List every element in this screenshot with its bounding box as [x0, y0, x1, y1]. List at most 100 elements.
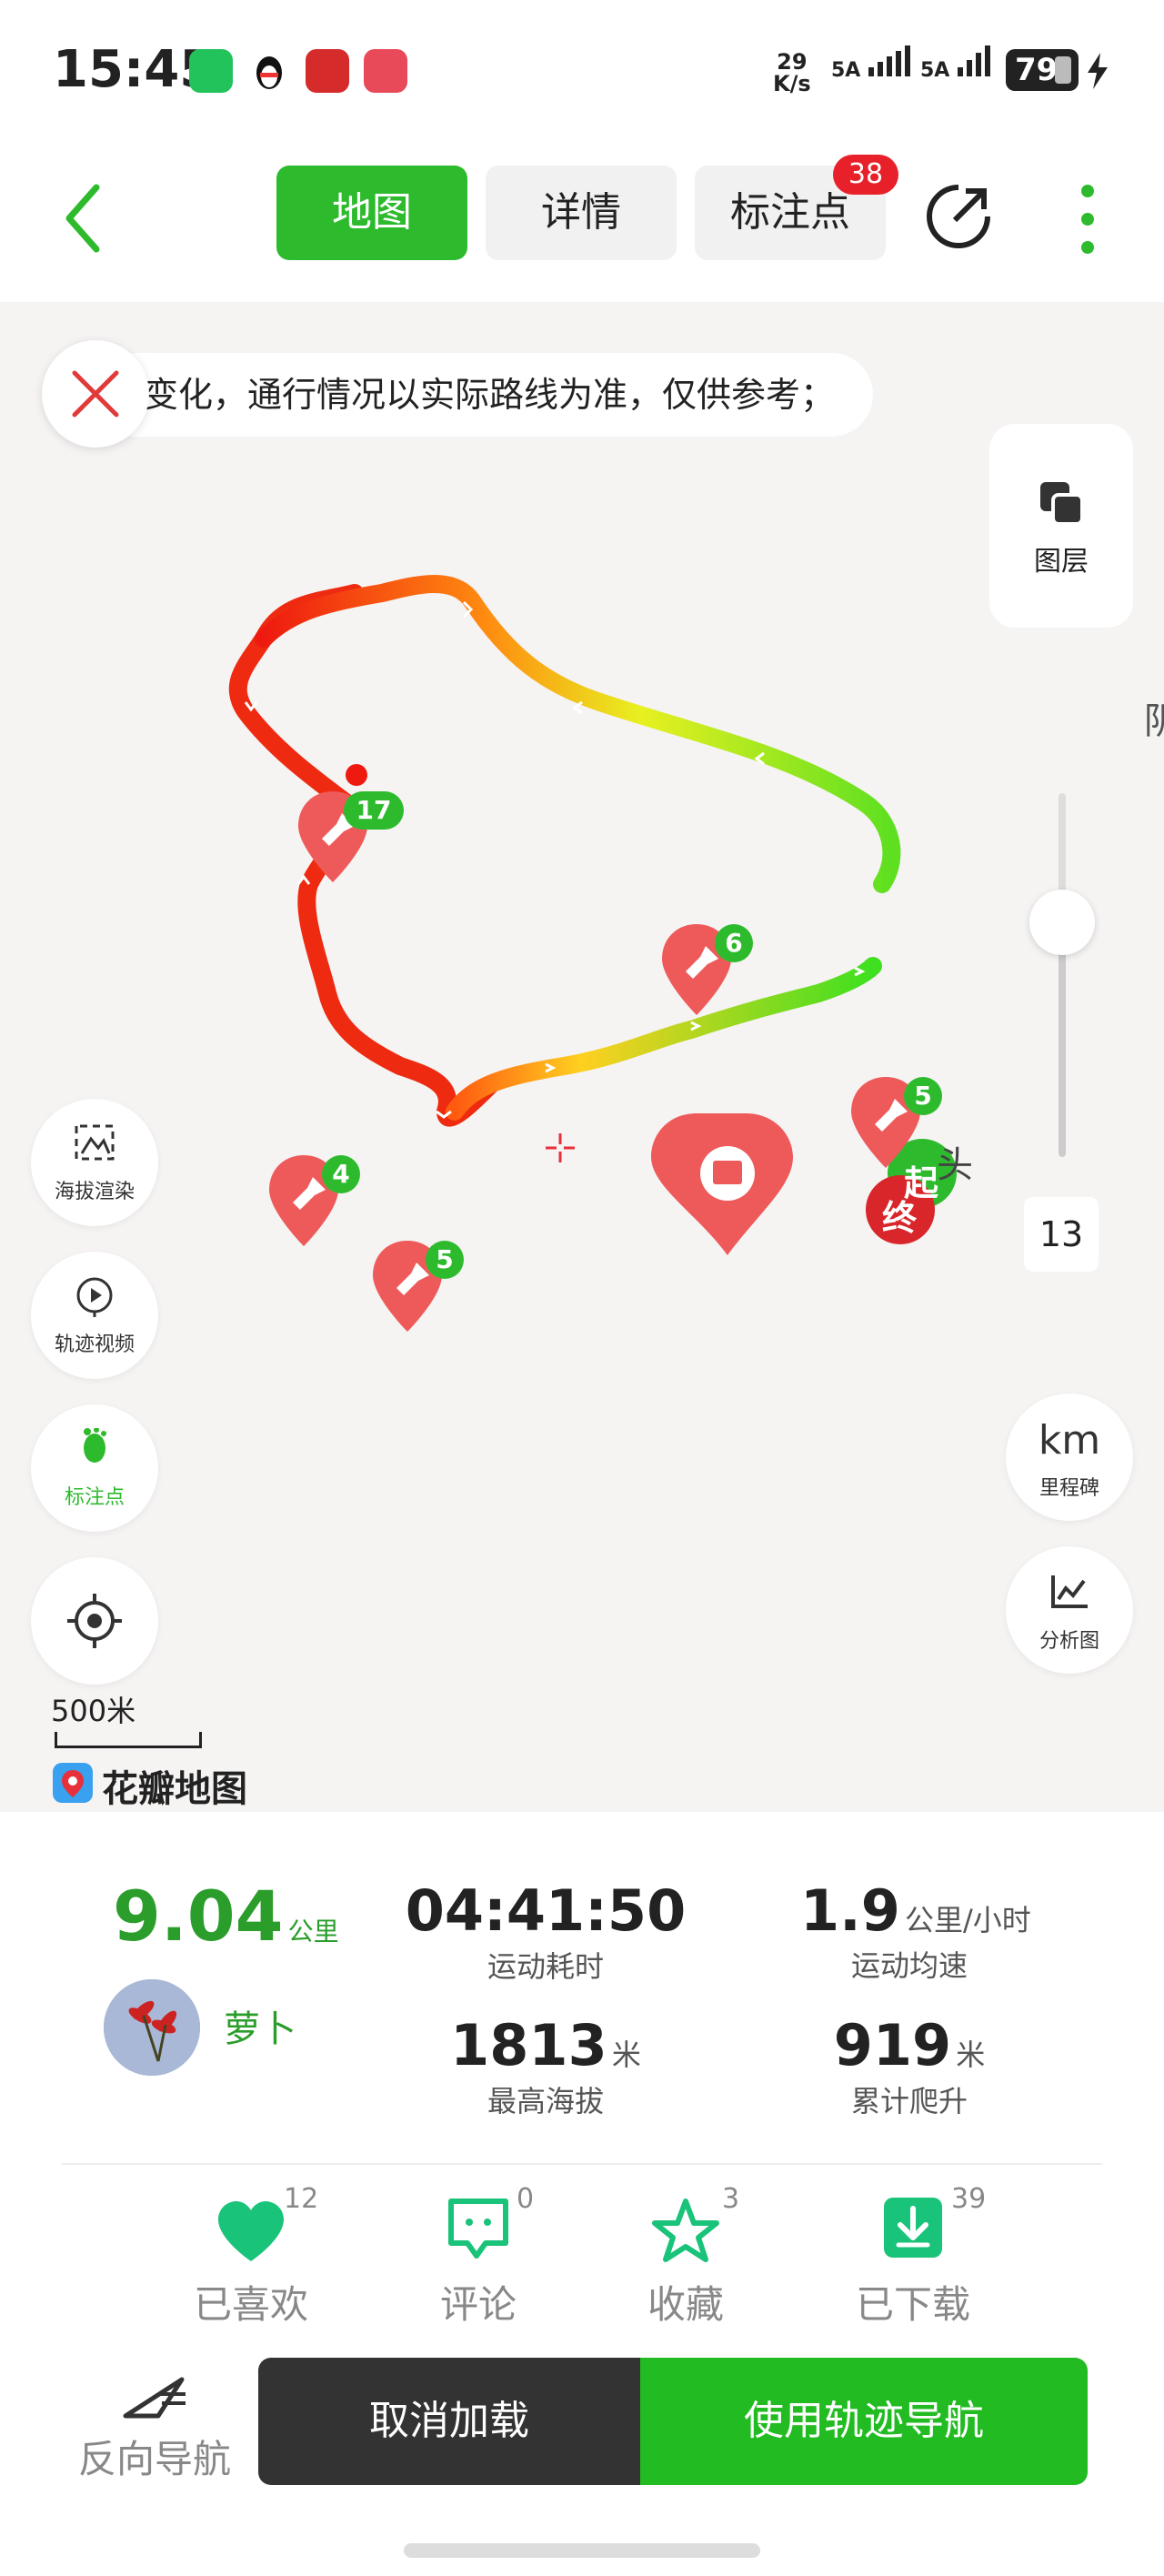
- share-icon[interactable]: [922, 180, 995, 253]
- download-button[interactable]: 39 已下载: [840, 2183, 986, 2338]
- net-speed-value: 29: [777, 49, 808, 75]
- signal-1-label: 5A: [831, 59, 861, 82]
- star-icon: [652, 2199, 719, 2262]
- like-count: 12: [284, 2183, 319, 2215]
- marker-count: 6: [715, 924, 753, 962]
- signal-2-label: 5A: [920, 59, 950, 82]
- reader-app-icon: [364, 49, 407, 93]
- marker-pin[interactable]: 17: [296, 791, 404, 886]
- track-navigation-button[interactable]: 使用轨迹导航: [640, 2358, 1088, 2485]
- petal-maps-logo-icon: [53, 1763, 93, 1803]
- battery-level: 79: [1015, 52, 1059, 88]
- max-altitude-label: 最高海拔: [487, 2084, 604, 2118]
- marker-count: 5: [426, 1241, 464, 1279]
- route-notice: 变化，通行情况以实际路线为准，仅供参考；: [95, 353, 873, 437]
- elevation-render-button[interactable]: 海拔渲染: [31, 1099, 158, 1226]
- like-button[interactable]: 12 已喜欢: [178, 2183, 324, 2338]
- duration-value: 04:41:50: [405, 1877, 687, 1944]
- max-altitude-value: 1813: [450, 2012, 607, 2078]
- comment-icon: [448, 2199, 508, 2259]
- chart-icon: [1051, 1575, 1088, 1608]
- divider: [62, 2163, 1102, 2165]
- marker-count: 5: [904, 1077, 942, 1115]
- locate-button[interactable]: [31, 1557, 158, 1685]
- cancel-load-button[interactable]: 取消加载: [258, 2358, 640, 2485]
- distance-value: 9.04: [113, 1876, 284, 1957]
- track-video-label: 轨迹视频: [54, 1333, 135, 1356]
- distance-stat: 9.04 公里: [113, 1876, 339, 1957]
- map-view[interactable]: 起 终 头 17 6 5 4 5 变化，通行情况以实际路线为准，仅供参考； 图层…: [0, 302, 1164, 1812]
- map-brand: 花瓣地图: [102, 1768, 247, 1810]
- reverse-nav-icon: [123, 2377, 186, 2419]
- distance-unit: 公里: [287, 1917, 339, 1947]
- climb-value: 919: [833, 2012, 952, 2078]
- footprint-icon: [84, 1428, 106, 1463]
- milestone-label: 里程碑: [1039, 1477, 1099, 1500]
- comment-count: 0: [517, 2183, 535, 2215]
- net-speed: 29 K/s: [773, 51, 811, 95]
- layers-icon: [1040, 482, 1084, 526]
- avatar[interactable]: [104, 1979, 200, 2076]
- max-altitude-unit: 米: [611, 2038, 641, 2072]
- reverse-nav-label: 反向导航: [77, 2437, 231, 2481]
- speed-label: 运动均速: [850, 1948, 968, 1983]
- place-label: 头: [937, 1144, 973, 1186]
- layer-button[interactable]: 图层: [989, 424, 1133, 628]
- marker-pin[interactable]: 5: [849, 1077, 942, 1172]
- qq-icon: [247, 49, 291, 93]
- charging-icon: [1088, 53, 1108, 89]
- play-icon: [76, 1277, 113, 1317]
- user-name[interactable]: 萝卜: [224, 1999, 296, 2052]
- photo-pin-icon: [651, 1113, 793, 1255]
- close-notice-button[interactable]: [42, 340, 149, 448]
- comment-button[interactable]: 0 评论: [406, 2183, 551, 2338]
- scale-bar: [55, 1732, 202, 1748]
- zoom-level: 13: [1024, 1197, 1099, 1272]
- duration-stat: 04:41:50 运动耗时: [400, 1877, 691, 1986]
- track-video-button[interactable]: 轨迹视频: [31, 1252, 158, 1379]
- like-label: 已喜欢: [193, 2282, 308, 2327]
- end-label: 终: [882, 1198, 918, 1238]
- top-nav: 地图 详情 标注点 38: [0, 146, 1164, 302]
- center-crosshair-icon: [546, 1133, 575, 1162]
- locate-icon: [67, 1594, 122, 1648]
- zoom-track[interactable]: [1059, 939, 1066, 1157]
- analysis-chart-button[interactable]: 分析图: [1006, 1546, 1133, 1674]
- layer-label: 图层: [1034, 546, 1089, 578]
- max-altitude-stat: 1813 米 最高海拔: [400, 2012, 691, 2120]
- close-icon: [72, 370, 119, 418]
- elevation-icon: [75, 1124, 115, 1161]
- more-menu-icon[interactable]: [1075, 178, 1100, 260]
- markers-toggle-label: 标注点: [64, 1486, 125, 1509]
- status-bar: 15:45 29 K/s 5A 5A 79: [0, 0, 1164, 146]
- zoom-slider-handle[interactable]: [1029, 890, 1095, 955]
- analysis-chart-label: 分析图: [1039, 1630, 1099, 1653]
- favorite-label: 收藏: [647, 2282, 724, 2327]
- back-icon[interactable]: [60, 182, 105, 255]
- download-count: 39: [951, 2183, 987, 2215]
- signal-bars-icon: [868, 45, 911, 76]
- comment-label: 评论: [439, 2282, 517, 2327]
- marker-pin[interactable]: 4: [267, 1155, 360, 1250]
- speed-unit: 公里/小时: [904, 1903, 1031, 1937]
- home-indicator[interactable]: [404, 2543, 760, 2558]
- signal-2: 5A: [920, 45, 998, 83]
- music-app-icon: [306, 49, 349, 93]
- scale-label: 500米: [51, 1694, 136, 1728]
- marker-pin[interactable]: 5: [371, 1241, 464, 1335]
- markers-toggle-button[interactable]: 标注点: [31, 1404, 158, 1532]
- km-icon: km: [1038, 1417, 1101, 1464]
- elevation-render-label: 海拔渲染: [54, 1181, 135, 1203]
- favorite-count: 3: [722, 2183, 740, 2215]
- marker-pin[interactable]: 6: [660, 924, 753, 1019]
- favorite-button[interactable]: 3 收藏: [613, 2183, 758, 2338]
- marker-count: 17: [344, 791, 404, 830]
- tab-details[interactable]: 详情: [486, 166, 677, 260]
- net-speed-unit: K/s: [773, 71, 811, 96]
- markers-count-badge: 38: [833, 155, 898, 195]
- battery: 79: [1006, 49, 1079, 91]
- milestone-button[interactable]: km 里程碑: [1006, 1394, 1133, 1521]
- climb-stat: 919 米 累计爬升: [782, 2012, 1037, 2120]
- reverse-nav-button[interactable]: 反向导航: [64, 2370, 246, 2489]
- tab-map[interactable]: 地图: [276, 166, 467, 260]
